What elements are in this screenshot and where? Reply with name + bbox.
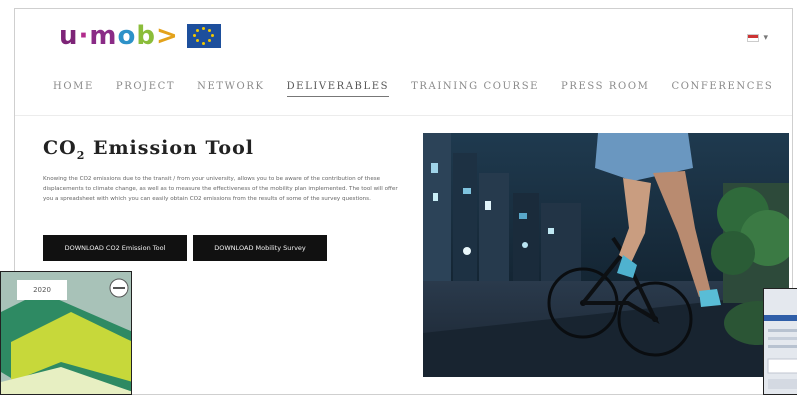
download-mobility-survey-button[interactable]: DOWNLOAD Mobility Survey xyxy=(193,235,327,261)
thumbnail-left[interactable]: 2020 xyxy=(0,271,132,395)
thumbnail-label: 2020 xyxy=(17,280,67,300)
language-switcher[interactable]: ▾ xyxy=(747,33,768,43)
nav-training-course[interactable]: TRAINING COURSE xyxy=(411,81,539,97)
download-co2-tool-button[interactable]: DOWNLOAD CO2 Emission Tool xyxy=(43,235,187,261)
nav-home[interactable]: HOME xyxy=(53,81,94,97)
site-header: u·mob> ▾ HOME PROJECT NETWORK DELIVERABL… xyxy=(15,9,792,117)
nav-project[interactable]: PROJECT xyxy=(116,81,175,97)
page-title: CO2 Emission Tool xyxy=(43,137,254,162)
hero-photo-cyclist xyxy=(423,133,789,377)
nav-conferences[interactable]: CONFERENCES xyxy=(671,81,773,97)
header-divider xyxy=(15,115,792,116)
main-navigation: HOME PROJECT NETWORK DELIVERABLES TRAINI… xyxy=(53,81,773,97)
eu-flag-icon xyxy=(186,24,221,48)
logo-wordmark: u·mob> xyxy=(59,21,179,51)
site-logo[interactable]: u·mob> xyxy=(59,23,221,49)
nav-deliverables[interactable]: DELIVERABLES xyxy=(286,81,390,97)
tool-description: Knowing the CO2 emissions due to the tra… xyxy=(43,176,398,202)
nav-network[interactable]: NETWORK xyxy=(197,81,264,97)
language-flag-icon xyxy=(747,34,760,42)
thumbnail-right[interactable] xyxy=(763,288,797,395)
nav-press-room[interactable]: PRESS ROOM xyxy=(561,81,649,97)
chevron-down-icon: ▾ xyxy=(763,33,768,43)
